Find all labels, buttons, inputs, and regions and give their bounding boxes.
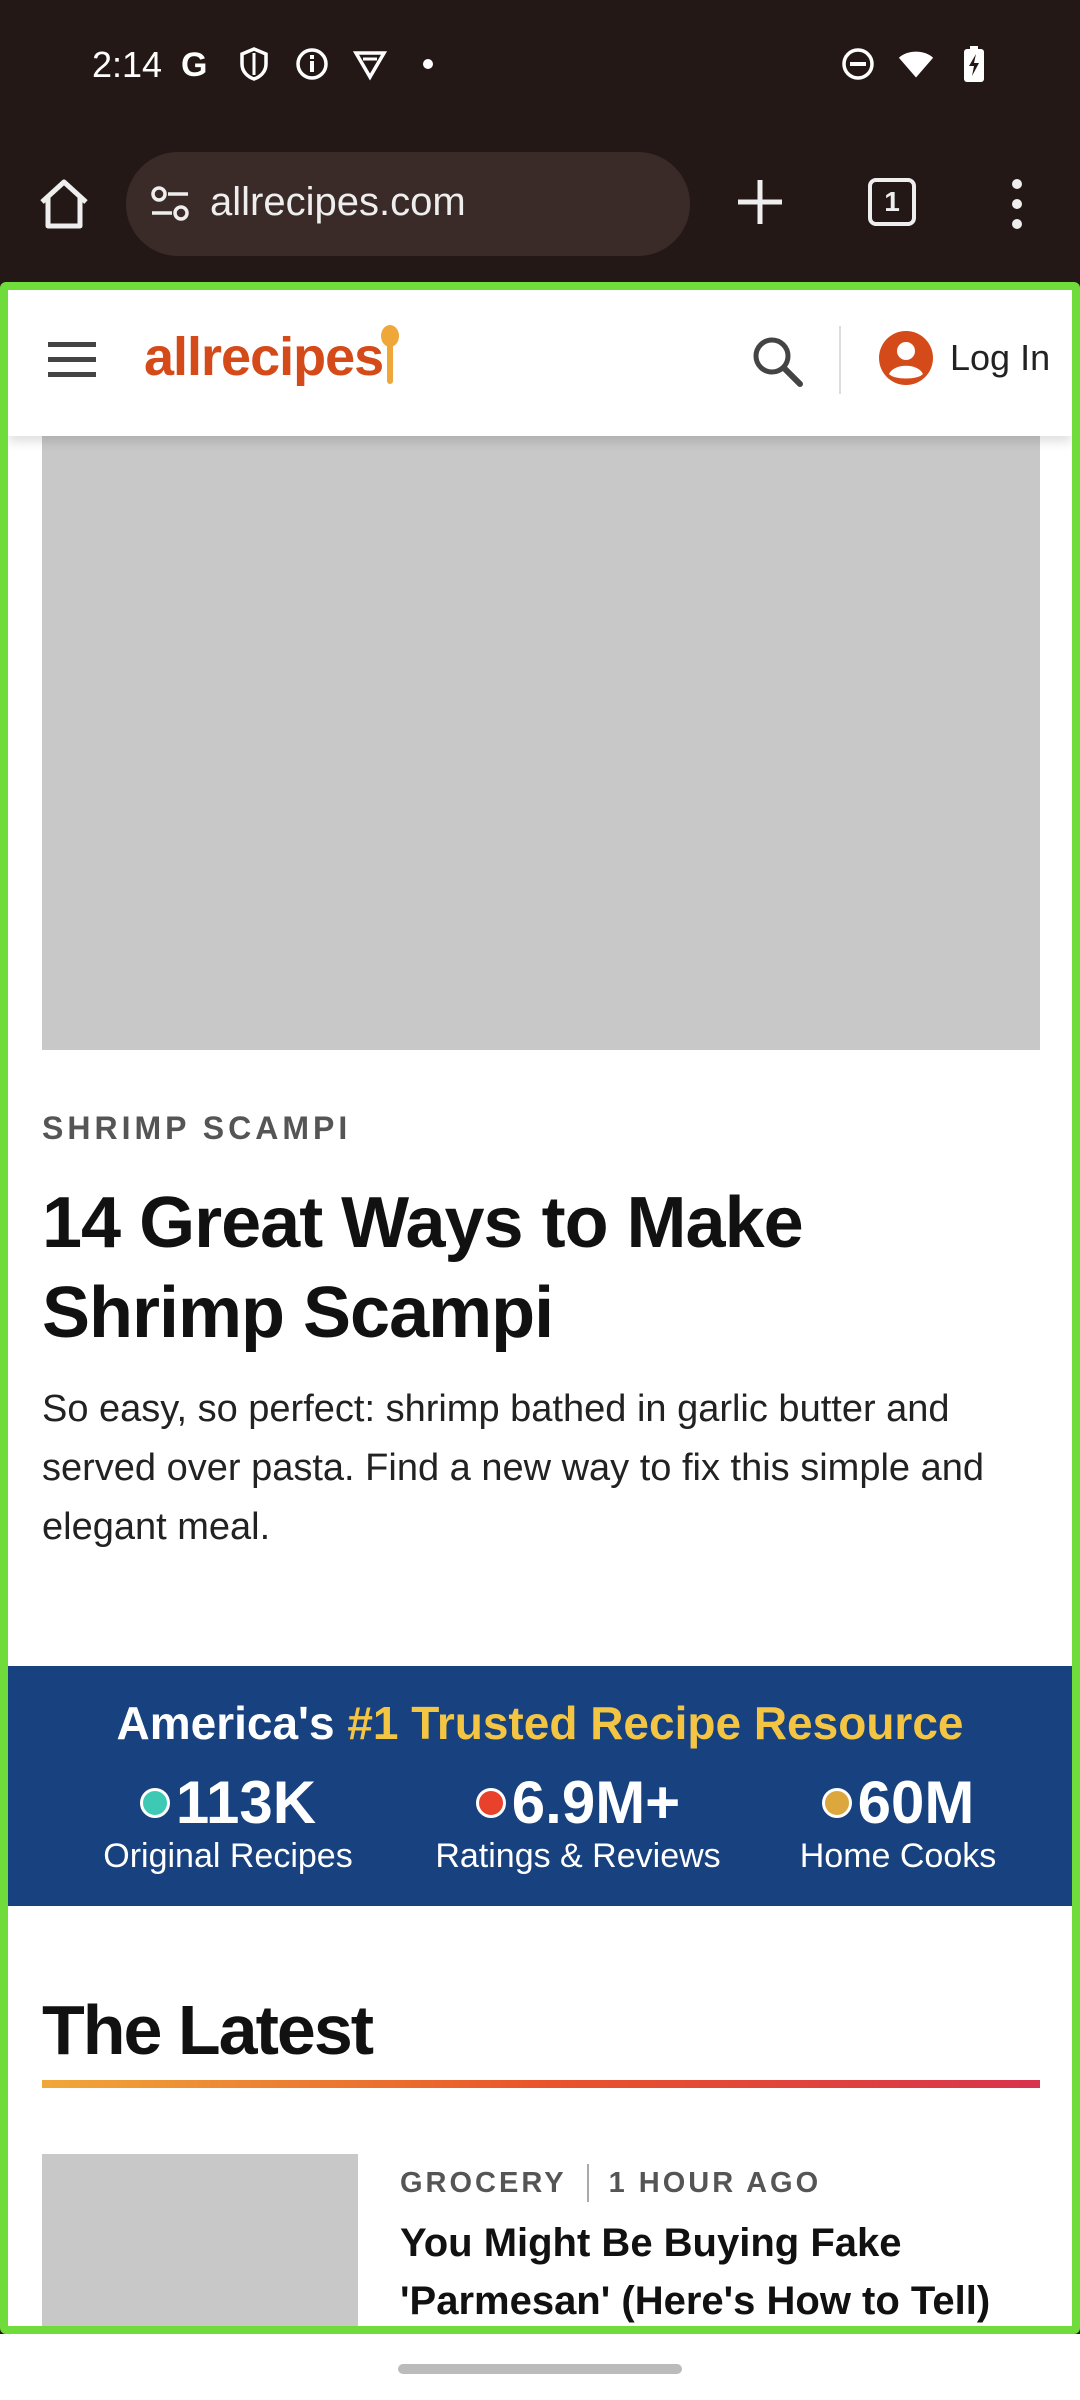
- url-text[interactable]: allrecipes.com: [210, 180, 466, 225]
- article-kicker[interactable]: SHRIMP SCAMPI: [42, 1110, 351, 1147]
- info-icon: [294, 46, 330, 82]
- article-headline[interactable]: 14 Great Ways to Make Shrimp Scampi: [42, 1178, 1032, 1358]
- menu-icon[interactable]: [46, 340, 98, 380]
- tab-count: 1: [884, 186, 900, 217]
- latest-card[interactable]: GROCERY 1 HOUR AGO You Might Be Buying F…: [42, 2154, 1040, 2326]
- card-time: 1 HOUR AGO: [608, 2166, 822, 2199]
- status-bar: 2:14 G: [0, 0, 1080, 140]
- stat-recipes: 113K Original Recipes: [98, 1768, 358, 1876]
- stat-cooks: 60M Home Cooks: [788, 1768, 1008, 1876]
- stat-dot-icon: [139, 1787, 170, 1818]
- stat-dot-icon: [821, 1787, 852, 1818]
- trust-banner: America's #1 Trusted Recipe Resource 113…: [8, 1666, 1072, 1906]
- banner-title-prefix: America's: [116, 1697, 348, 1749]
- card-title[interactable]: You Might Be Buying Fake 'Parmesan' (Her…: [400, 2214, 1040, 2326]
- battery-charging-icon: [956, 46, 992, 82]
- header-divider: [839, 326, 841, 394]
- stat-value: 113K: [175, 1769, 317, 1836]
- status-icons-left: G: [178, 46, 446, 82]
- stat-value: 6.9M+: [511, 1769, 681, 1836]
- wifi-icon: [898, 46, 934, 82]
- spoon-logo-icon: [380, 324, 400, 386]
- section-rule: [42, 2080, 1040, 2088]
- web-content: allrecipes Log In SHRIMP SCAMPI 14 Great…: [0, 282, 1080, 2334]
- google-icon: G: [178, 46, 214, 82]
- user-avatar-icon: [878, 330, 934, 386]
- stat-ratings: 6.9M+ Ratings & Reviews: [428, 1768, 728, 1876]
- gesture-handle[interactable]: [398, 2364, 682, 2374]
- status-time: 2:14: [92, 44, 163, 85]
- svg-text:G: G: [181, 47, 207, 81]
- new-tab-icon[interactable]: [734, 176, 786, 228]
- hero-image[interactable]: [42, 436, 1040, 1050]
- article-dek: So easy, so perfect: shrimp bathed in ga…: [42, 1388, 985, 1548]
- tab-switcher-button[interactable]: 1: [868, 178, 916, 226]
- stat-label: Home Cooks: [799, 1837, 997, 1875]
- address-bar[interactable]: allrecipes.com: [126, 152, 690, 256]
- card-image[interactable]: [42, 2154, 358, 2326]
- section-title-latest: The Latest: [42, 1991, 374, 2069]
- search-icon[interactable]: [750, 334, 804, 388]
- login-button[interactable]: Log In: [878, 330, 1050, 386]
- meta-divider: [586, 2164, 589, 2202]
- stat-value: 60M: [857, 1769, 975, 1836]
- vpn-icon: [352, 46, 388, 82]
- more-menu-icon[interactable]: [1000, 176, 1034, 232]
- card-meta: GROCERY 1 HOUR AGO: [400, 2164, 821, 2202]
- login-label: Log In: [950, 337, 1051, 378]
- dot-icon: [410, 46, 446, 82]
- browser-toolbar: allrecipes.com 1: [0, 140, 1080, 282]
- home-icon[interactable]: [34, 174, 94, 234]
- card-category[interactable]: GROCERY: [400, 2167, 567, 2200]
- stat-dot-icon: [475, 1787, 506, 1818]
- banner-title-highlight: #1 Trusted Recipe Resource: [347, 1697, 964, 1749]
- site-settings-icon[interactable]: [148, 182, 192, 226]
- site-logo[interactable]: allrecipes: [144, 326, 384, 388]
- status-icons-right: [840, 46, 992, 82]
- site-header: allrecipes Log In: [8, 290, 1072, 436]
- shield-icon: [236, 46, 272, 82]
- banner-title: America's #1 Trusted Recipe Resource: [8, 1696, 1072, 1750]
- stat-label: Ratings & Reviews: [435, 1837, 721, 1875]
- dnd-icon: [840, 46, 876, 82]
- stat-label: Original Recipes: [103, 1837, 353, 1875]
